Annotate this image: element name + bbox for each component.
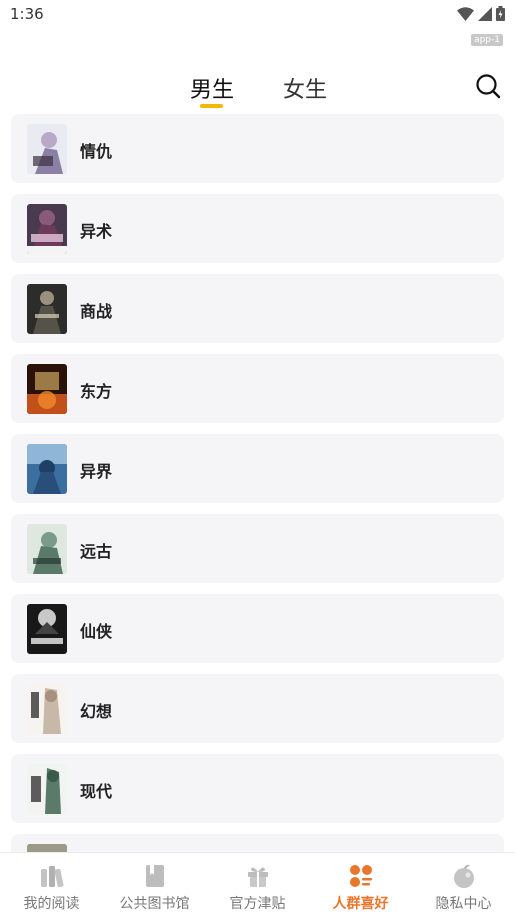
- bottom-nav-crowd-preferences[interactable]: 人群喜好: [309, 853, 412, 916]
- bottom-nav-label: 我的阅读: [23, 896, 80, 912]
- category-label: 异界: [80, 462, 113, 481]
- bottom-nav-privacy-center[interactable]: 隐私中心: [412, 853, 515, 916]
- bottom-nav-label: 人群喜好: [332, 896, 389, 912]
- category-item-xianxia[interactable]: 仙侠: [11, 594, 504, 663]
- status-icons: [457, 6, 505, 21]
- book-cover-image: [27, 764, 67, 814]
- category-item-yuangu[interactable]: 远古: [11, 514, 504, 583]
- bottom-nav: 我的阅读 公共图书馆 官方津贴 人群喜好 隐私中心: [0, 852, 515, 916]
- active-tab-indicator: [200, 104, 223, 108]
- privacy-icon: [453, 864, 474, 888]
- book-cover-image: [27, 124, 67, 174]
- book-cover-image: [27, 684, 67, 734]
- category-label: 仙侠: [80, 622, 113, 641]
- category-label: 情仇: [80, 142, 113, 161]
- category-label: 商战: [80, 302, 113, 321]
- category-item-huanxiang[interactable]: 幻想: [11, 674, 504, 743]
- book-cover-image: [27, 364, 67, 414]
- category-label: 现代: [80, 782, 113, 801]
- category-label: 幻想: [80, 702, 113, 721]
- tab-female[interactable]: 女生: [283, 72, 327, 104]
- app-badge: app-1: [471, 34, 503, 46]
- bottom-nav-official-allowance[interactable]: 官方津贴: [206, 853, 309, 916]
- search-icon[interactable]: [475, 73, 501, 99]
- library-icon: [145, 865, 164, 887]
- category-item-yishu[interactable]: 异术: [11, 194, 504, 263]
- wifi-icon: [457, 6, 474, 21]
- books-icon: [40, 866, 64, 888]
- gift-icon: [247, 867, 268, 887]
- preferences-icon: [349, 865, 372, 887]
- bottom-nav-label: 官方津贴: [229, 896, 286, 912]
- status-bar: 1:36: [0, 0, 515, 30]
- tab-male[interactable]: 男生: [190, 72, 234, 104]
- bottom-nav-my-reading[interactable]: 我的阅读: [0, 853, 103, 916]
- bottom-nav-label: 公共图书馆: [119, 896, 190, 912]
- book-cover-image: [27, 444, 67, 494]
- status-time: 1:36: [10, 5, 44, 23]
- category-list: 情仇 异术 商战 东方 异界 远古 仙侠 幻想 现代: [0, 114, 515, 852]
- category-label: 东方: [80, 382, 113, 401]
- category-item-dongfang[interactable]: 东方: [11, 354, 504, 423]
- book-cover-image: [27, 284, 67, 334]
- book-cover-image: [27, 604, 67, 654]
- bottom-nav-label: 隐私中心: [435, 896, 492, 912]
- gender-tab-bar: 男生 女生: [0, 60, 515, 110]
- category-item-xiandai[interactable]: 现代: [11, 754, 504, 823]
- category-item-shangzhan[interactable]: 商战: [11, 274, 504, 343]
- category-label: 远古: [80, 542, 113, 561]
- category-label: 异术: [80, 222, 113, 241]
- book-cover-image: [27, 204, 67, 254]
- book-cover-image: [27, 844, 67, 852]
- battery-icon: [496, 6, 505, 21]
- bottom-nav-public-library[interactable]: 公共图书馆: [103, 853, 206, 916]
- cellular-signal-icon: [478, 6, 492, 21]
- category-item-partial[interactable]: [11, 834, 504, 852]
- category-item-yijie[interactable]: 异界: [11, 434, 504, 503]
- category-item-qingchou[interactable]: 情仇: [11, 114, 504, 183]
- book-cover-image: [27, 524, 67, 574]
